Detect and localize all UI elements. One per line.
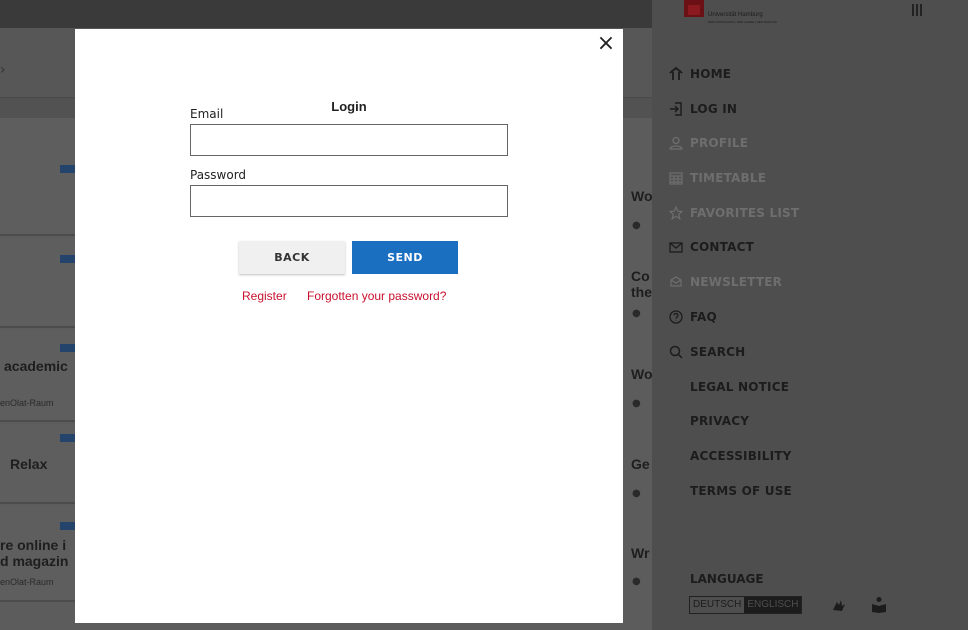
lang-option-deutsch[interactable]: DEUTSCH xyxy=(690,597,744,613)
nav-item-contact[interactable]: CONTACT xyxy=(668,237,754,257)
nav-label: LOG IN xyxy=(690,102,738,116)
back-button[interactable]: BACK xyxy=(239,241,345,274)
background-text: Wr xyxy=(631,545,650,561)
background-text: Relax xyxy=(10,456,48,472)
nav-label: CONTACT xyxy=(690,240,754,254)
menu-icon[interactable] xyxy=(912,4,924,16)
help-icon xyxy=(668,309,684,325)
nav-label: TIMETABLE xyxy=(690,171,767,185)
nav-item-accessibility[interactable]: ACCESSIBILITY xyxy=(690,446,792,466)
nav-label: LEGAL NOTICE xyxy=(690,380,790,394)
location-pin-icon: ● xyxy=(632,576,641,587)
send-button[interactable]: SEND xyxy=(352,241,458,274)
nav-item-legal-notice[interactable]: LEGAL NOTICE xyxy=(690,377,789,397)
background-text: d magazin xyxy=(0,553,69,569)
background-text: Wo xyxy=(631,366,653,382)
logo-subline: DER FORSCHUNG | DER LEHRE | DER BILDUNG xyxy=(708,20,778,24)
nav-label: FAVORITES LIST xyxy=(690,206,800,220)
forgot-password-link[interactable]: Forgotten your password? xyxy=(307,289,446,303)
close-icon[interactable]: × xyxy=(596,33,616,55)
profile-icon xyxy=(668,135,684,151)
language-switch: DEUTSCH ENGLISCH xyxy=(689,596,803,614)
university-logo[interactable]: Universität Hamburg DER FORSCHUNG | DER … xyxy=(684,0,794,30)
sign-language-icon[interactable] xyxy=(830,596,848,614)
easy-language-icon[interactable] xyxy=(870,596,888,614)
modal-title: Login xyxy=(331,99,367,114)
location-pin-icon: ● xyxy=(632,488,641,499)
location-pin-icon: ● xyxy=(632,220,641,231)
background-text: Wo xyxy=(631,188,653,204)
background-text: enOlat-Raum xyxy=(0,577,54,587)
nav-item-newsletter[interactable]: NEWSLETTER xyxy=(668,272,782,292)
email-label: Email xyxy=(190,107,224,121)
nav-label: ACCESSIBILITY xyxy=(690,449,792,463)
login-icon xyxy=(668,101,684,117)
logo-mark-icon xyxy=(684,0,704,17)
nav-item-search[interactable]: SEARCH xyxy=(668,342,745,362)
background-text: academic xyxy=(4,358,68,374)
nav-item-profile[interactable]: PROFILE xyxy=(668,133,748,153)
nav-item-login[interactable]: LOG IN xyxy=(668,99,737,119)
background-text: re online i xyxy=(0,537,67,553)
home-icon xyxy=(668,66,684,82)
nav-label: TERMS OF USE xyxy=(690,484,792,498)
nav-item-timetable[interactable]: TIMETABLE xyxy=(668,168,766,188)
location-pin-icon: ● xyxy=(632,308,641,319)
register-link[interactable]: Register xyxy=(242,289,287,303)
nav-item-home[interactable]: HOME xyxy=(668,64,731,84)
lang-option-englisch[interactable]: ENGLISCH xyxy=(744,597,802,613)
background-text: enOlat-Raum xyxy=(0,398,54,408)
star-icon xyxy=(668,205,684,221)
nav-label: SEARCH xyxy=(690,345,746,359)
location-pin-icon: ● xyxy=(632,398,641,409)
newsletter-icon xyxy=(668,274,684,290)
nav-label: HOME xyxy=(690,67,732,81)
nav-item-privacy[interactable]: PRIVACY xyxy=(690,411,749,431)
nav-label: NEWSLETTER xyxy=(690,275,783,289)
nav-item-terms[interactable]: TERMS OF USE xyxy=(690,481,792,501)
background-text: the xyxy=(631,284,652,300)
timetable-icon xyxy=(668,170,684,186)
background-text: Ge xyxy=(631,456,650,472)
nav-item-favorites[interactable]: FAVORITES LIST xyxy=(668,203,799,223)
background-text: Co xyxy=(631,268,650,284)
password-label: Password xyxy=(190,168,247,182)
side-navigation: Universität Hamburg DER FORSCHUNG | DER … xyxy=(652,0,968,630)
nav-item-faq[interactable]: FAQ xyxy=(668,307,717,327)
logo-name: Universität Hamburg xyxy=(708,12,763,18)
login-modal: Login Email Password BACK SEND Register … xyxy=(75,29,623,623)
nav-label: PROFILE xyxy=(690,136,749,150)
mail-icon xyxy=(668,239,684,255)
search-icon xyxy=(668,344,684,360)
password-field[interactable] xyxy=(190,185,508,217)
background-header xyxy=(0,0,652,28)
chevron-right-icon: › xyxy=(0,62,6,78)
nav-label: FAQ xyxy=(690,310,717,324)
language-label: LANGUAGE xyxy=(690,572,764,586)
email-field[interactable] xyxy=(190,124,508,156)
nav-label: PRIVACY xyxy=(690,414,750,428)
